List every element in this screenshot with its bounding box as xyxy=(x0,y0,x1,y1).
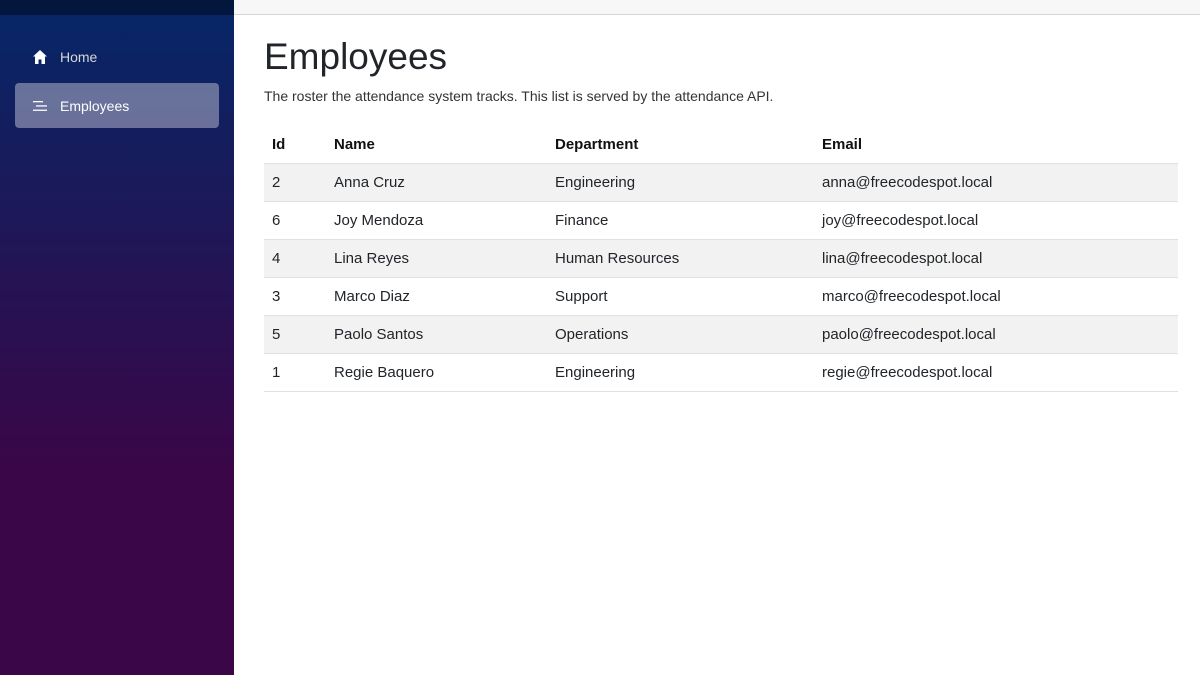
cell-email: marco@freecodespot.local xyxy=(814,277,1178,316)
cell-email: regie@freecodespot.local xyxy=(814,353,1178,392)
app-window: Home Employees Employees The roster the … xyxy=(0,0,1200,675)
sidebar-item-label: Employees xyxy=(60,97,130,114)
cell-email: joy@freecodespot.local xyxy=(814,201,1178,240)
cell-id: 2 xyxy=(264,163,326,202)
table-row[interactable]: 4 Lina Reyes Human Resources lina@freeco… xyxy=(264,239,1178,278)
cell-email: lina@freecodespot.local xyxy=(814,239,1178,278)
table-header-row: Id Name Department Email xyxy=(264,125,1178,164)
column-header-email[interactable]: Email xyxy=(814,125,1178,164)
sidebar-top-bar xyxy=(0,0,234,15)
column-header-id[interactable]: Id xyxy=(264,125,326,164)
sidebar: Home Employees xyxy=(0,0,234,675)
cell-id: 4 xyxy=(264,239,326,278)
list-icon xyxy=(32,98,48,114)
page-title: Employees xyxy=(264,36,448,77)
employees-table: Id Name Department Email 2 Anna Cruz Eng… xyxy=(264,125,1178,392)
cell-email: anna@freecodespot.local xyxy=(814,163,1178,202)
cell-name: Joy Mendoza xyxy=(326,201,547,240)
cell-department: Engineering xyxy=(547,353,814,392)
table-row[interactable]: 3 Marco Diaz Support marco@freecodespot.… xyxy=(264,277,1178,316)
sidebar-item-label: Home xyxy=(60,48,98,65)
sidebar-item-employees[interactable]: Employees xyxy=(15,83,219,128)
cell-department: Engineering xyxy=(547,163,814,202)
page-subtitle: The roster the attendance system tracks.… xyxy=(264,88,774,104)
cell-department: Human Resources xyxy=(547,239,814,278)
cell-id: 1 xyxy=(264,353,326,392)
cell-department: Operations xyxy=(547,315,814,354)
cell-name: Lina Reyes xyxy=(326,239,547,278)
page-content: Employees The roster the attendance syst… xyxy=(234,35,1200,392)
cell-name: Regie Baquero xyxy=(326,353,547,392)
column-header-department[interactable]: Department xyxy=(547,125,814,164)
main-content: Employees The roster the attendance syst… xyxy=(234,0,1200,675)
cell-name: Paolo Santos xyxy=(326,315,547,354)
cell-id: 3 xyxy=(264,277,326,316)
column-header-name[interactable]: Name xyxy=(326,125,547,164)
home-icon xyxy=(32,49,48,65)
table-row[interactable]: 1 Regie Baquero Engineering regie@freeco… xyxy=(264,353,1178,392)
table-row[interactable]: 6 Joy Mendoza Finance joy@freecodespot.l… xyxy=(264,201,1178,240)
cell-department: Support xyxy=(547,277,814,316)
top-row xyxy=(234,0,1200,15)
sidebar-item-home[interactable]: Home xyxy=(15,34,219,79)
sidebar-nav: Home Employees xyxy=(0,15,234,128)
cell-id: 6 xyxy=(264,201,326,240)
cell-id: 5 xyxy=(264,315,326,354)
cell-name: Anna Cruz xyxy=(326,163,547,202)
table-row[interactable]: 2 Anna Cruz Engineering anna@freecodespo… xyxy=(264,163,1178,202)
cell-email: paolo@freecodespot.local xyxy=(814,315,1178,354)
table-row[interactable]: 5 Paolo Santos Operations paolo@freecode… xyxy=(264,315,1178,354)
cell-department: Finance xyxy=(547,201,814,240)
cell-name: Marco Diaz xyxy=(326,277,547,316)
